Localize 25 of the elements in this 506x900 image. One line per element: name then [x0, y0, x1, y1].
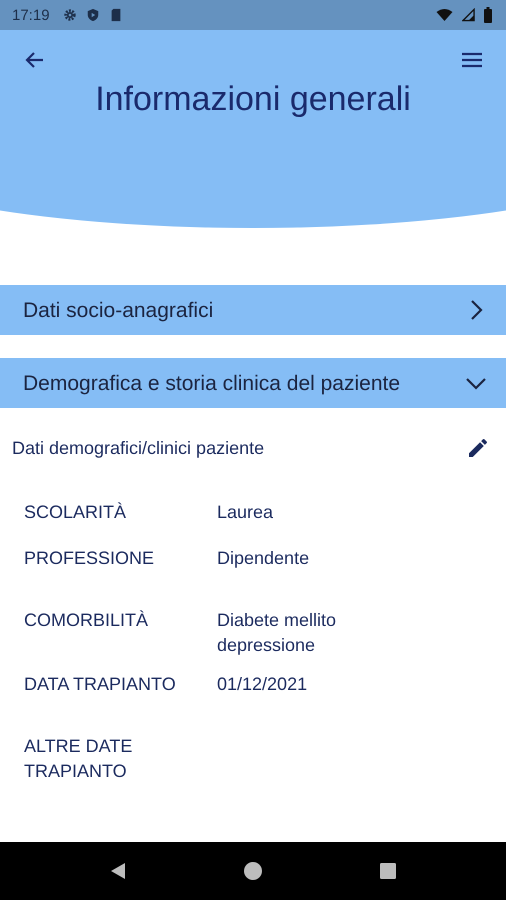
section-title: Dati socio-anagrafici	[23, 298, 214, 324]
field-value: 01/12/2021	[217, 673, 308, 696]
home-nav-icon[interactable]	[242, 861, 263, 881]
field-label: COMORBILITÀ	[24, 609, 150, 632]
recents-nav-icon[interactable]	[378, 861, 398, 881]
status-time: 17:19	[12, 6, 50, 24]
gear-icon	[62, 8, 77, 22]
field-label: PROFESSIONE	[24, 547, 156, 570]
field-label: DATA TRAPIANTO	[24, 673, 177, 696]
accordion-header[interactable]: Demografica e storia clinica del paziente	[0, 358, 506, 408]
field-label: ALTRE DATE TRAPIANTO	[24, 735, 134, 783]
edit-pencil-icon[interactable]	[466, 436, 490, 460]
field-value: Laurea	[217, 501, 274, 524]
field-value: Dipendente	[217, 547, 310, 570]
card-subtitle: Dati demografici/clinici paziente	[12, 438, 264, 458]
field-label: SCOLARITÀ	[24, 501, 128, 524]
accordion-header[interactable]: Dati socio-anagrafici	[0, 285, 506, 335]
sd-card-icon	[108, 8, 123, 22]
shield-icon	[86, 8, 100, 22]
wifi-icon	[436, 8, 453, 22]
section-title: Demografica e storia clinica del paziente	[23, 370, 400, 396]
battery-icon	[484, 7, 492, 23]
page-title: Informazioni generali	[94, 80, 412, 119]
field-value: Diabete mellito depressione	[217, 609, 336, 657]
signal-icon	[462, 8, 475, 22]
